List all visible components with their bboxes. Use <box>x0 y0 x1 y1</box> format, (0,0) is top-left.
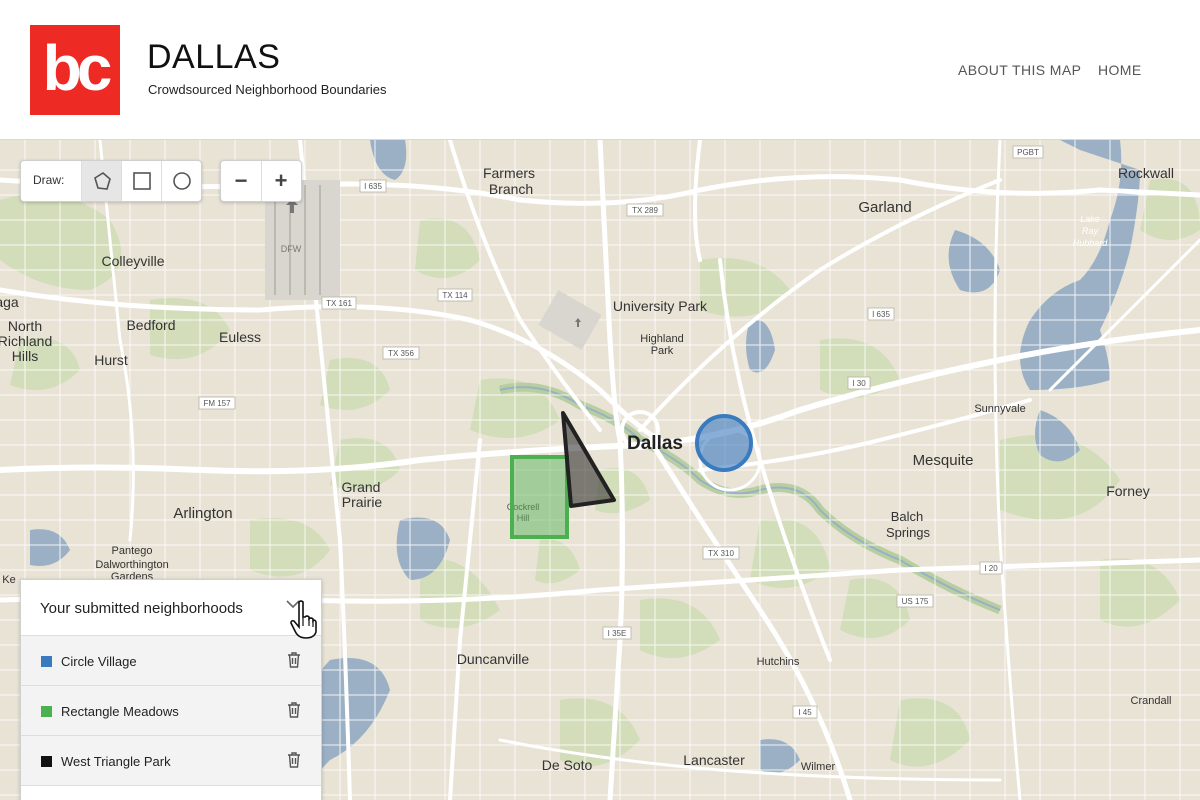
svg-text:I 635: I 635 <box>364 182 382 191</box>
svg-text:US 175: US 175 <box>902 597 929 606</box>
neighborhood-label: Circle Village <box>61 654 137 669</box>
svg-text:I 20: I 20 <box>984 564 998 573</box>
color-swatch <box>41 706 52 717</box>
bc-logo[interactable]: bc <box>30 25 120 115</box>
label-dfw: DFW <box>281 244 302 254</box>
svg-text:Branch: Branch <box>489 181 533 197</box>
airport-love-field <box>538 290 602 350</box>
svg-text:I 45: I 45 <box>798 708 812 717</box>
label-bedford: Bedford <box>126 317 175 333</box>
label-hurst: Hurst <box>94 352 128 368</box>
label-garland: Garland <box>858 199 911 216</box>
label-mesquite: Mesquite <box>913 452 974 469</box>
label-euless: Euless <box>219 329 261 345</box>
page-subtitle: Crowdsourced Neighborhood Boundaries <box>148 82 387 97</box>
label-dalworthington-gardens: Dalworthington <box>95 559 168 571</box>
svg-text:Park: Park <box>651 345 674 357</box>
svg-text:Richland: Richland <box>0 333 52 349</box>
site-header: bc DALLAS Crowdsourced Neighborhood Boun… <box>0 0 1200 140</box>
label-wilmer: Wilmer <box>801 761 836 773</box>
svg-text:Prairie: Prairie <box>342 494 383 510</box>
label-forney: Forney <box>1106 483 1150 499</box>
svg-text:FM 157: FM 157 <box>203 399 231 408</box>
circle-icon <box>173 172 191 190</box>
rectangle-icon <box>133 172 151 190</box>
color-swatch <box>41 656 52 667</box>
neighborhood-circle-village[interactable] <box>695 414 753 472</box>
svg-text:TX 114: TX 114 <box>442 291 468 300</box>
svg-text:Ray: Ray <box>1082 226 1099 236</box>
panel-header[interactable]: Your submitted neighborhoods <box>21 580 321 636</box>
neighborhood-item[interactable]: West Triangle Park <box>21 736 321 786</box>
neighborhood-item[interactable]: Rectangle Meadows <box>21 686 321 736</box>
neighborhood-rectangle-meadows[interactable] <box>510 455 569 539</box>
label-balch-springs: Balch <box>891 509 924 524</box>
panel-title: Your submitted neighborhoods <box>40 600 243 617</box>
svg-text:TX 289: TX 289 <box>632 206 658 215</box>
color-swatch <box>41 756 52 767</box>
page-title: DALLAS <box>147 38 281 76</box>
svg-text:Ke: Ke <box>2 574 15 586</box>
label-lake-ray-hubbard: Lake <box>1080 214 1100 224</box>
zoom-in-button[interactable]: + <box>261 161 301 201</box>
label-hutchins: Hutchins <box>757 656 800 668</box>
hand-cursor-icon <box>290 600 317 639</box>
svg-text:Springs: Springs <box>886 525 931 540</box>
trash-icon[interactable] <box>287 702 301 718</box>
label-farmers-branch: Farmers <box>483 165 535 181</box>
zoom-control: − + <box>220 160 302 202</box>
draw-circle-button[interactable] <box>161 161 201 201</box>
label-dallas: Dallas <box>627 433 683 454</box>
svg-text:I 30: I 30 <box>852 379 866 388</box>
label-pantego: Pantego <box>112 545 153 557</box>
label-de-soto: De Soto <box>542 757 593 773</box>
svg-text:Hills: Hills <box>12 348 38 364</box>
svg-text:aga: aga <box>0 294 19 310</box>
svg-text:TX 356: TX 356 <box>388 349 414 358</box>
label-sunnyvale: Sunnyvale <box>974 403 1025 415</box>
label-colleyville: Colleyville <box>101 253 164 269</box>
label-crandall: Crandall <box>1131 695 1172 707</box>
svg-text:TX 161: TX 161 <box>326 299 352 308</box>
polygon-icon <box>94 172 111 190</box>
zoom-out-button[interactable]: − <box>221 161 262 201</box>
draw-polygon-button[interactable] <box>81 161 121 201</box>
nav-home-link[interactable]: HOME <box>1098 62 1142 78</box>
label-university-park: University Park <box>613 298 708 314</box>
label-rockwall: Rockwall <box>1118 165 1174 181</box>
draw-label: Draw: <box>33 173 65 187</box>
neighborhood-label: West Triangle Park <box>61 754 171 769</box>
logo-text: bc <box>42 32 113 104</box>
label-lancaster: Lancaster <box>683 752 745 768</box>
draw-rectangle-button[interactable] <box>121 161 161 201</box>
svg-text:PGBT: PGBT <box>1017 148 1039 157</box>
svg-text:TX 310: TX 310 <box>708 549 734 558</box>
neighborhood-label: Rectangle Meadows <box>61 704 179 719</box>
nav-about-link[interactable]: ABOUT THIS MAP <box>958 62 1081 78</box>
trash-icon[interactable] <box>287 752 301 768</box>
label-grand-prairie: Grand <box>342 479 381 495</box>
label-north-richland-hills: North <box>8 318 42 334</box>
submitted-neighborhoods-panel: Your submitted neighborhoods Circle Vill… <box>20 579 322 800</box>
svg-text:I 635: I 635 <box>872 310 890 319</box>
svg-text:Hubbard: Hubbard <box>1073 238 1109 248</box>
trash-icon[interactable] <box>287 652 301 668</box>
neighborhood-item[interactable]: Circle Village <box>21 636 321 686</box>
label-highland-park: Highland <box>640 333 683 345</box>
draw-toolbar: Draw: <box>20 160 202 202</box>
svg-text:I 35E: I 35E <box>608 629 627 638</box>
label-arlington: Arlington <box>173 505 232 522</box>
label-duncanville: Duncanville <box>457 651 530 667</box>
neighborhood-west-triangle-park[interactable] <box>561 411 616 508</box>
